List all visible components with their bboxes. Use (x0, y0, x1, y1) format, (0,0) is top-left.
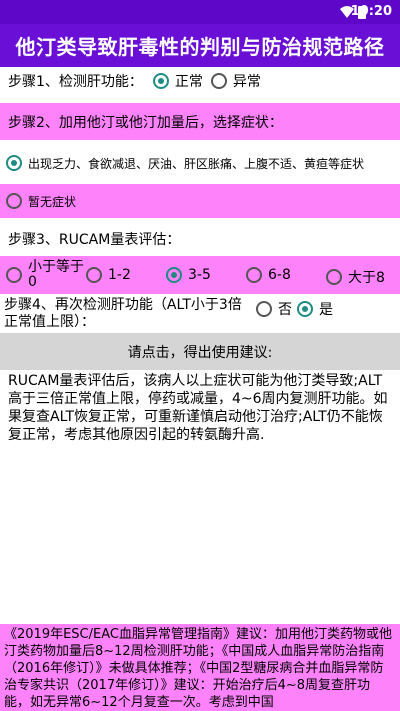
step1-row: 步骤1、检测肝功能： 正常 异常 (0, 67, 400, 95)
step4-option-yes[interactable]: 是 (297, 299, 333, 319)
get-advice-button[interactable]: 请点击，得出使用建议: (0, 333, 400, 370)
step3-option-3-5[interactable]: 3-5 (166, 267, 211, 283)
step4-label: 步骤4、再次检测肝功能（ALT小于3倍 正常值上限）： (4, 297, 242, 331)
step1-label: 步骤1、检测肝功能： (8, 74, 143, 90)
radio-checked-icon[interactable] (6, 155, 22, 171)
step2-label: 步骤2、加用他汀或他汀加量后，选择症状： (8, 114, 283, 131)
option-label: 3-5 (188, 267, 211, 283)
radio-checked-icon[interactable] (297, 301, 313, 317)
radio-unchecked-icon[interactable] (6, 193, 22, 209)
radio-unchecked-icon[interactable] (246, 267, 262, 283)
option-label: 出现乏力、食欲减退、厌油、肝区胀痛、上腹不适、黄疸等症状 (28, 156, 365, 171)
option-label: 否 (278, 302, 292, 318)
step4-option-no[interactable]: 否 (256, 299, 292, 319)
step4-row: 步骤4、再次检测肝功能（ALT小于3倍 正常值上限）： 否 是 (0, 296, 400, 332)
option-label: 正常 (174, 74, 203, 90)
step3-label: 步骤3、RUCAM量表评估： (8, 232, 181, 248)
radio-unchecked-icon[interactable] (326, 269, 342, 285)
option-label: 暂无症状 (28, 194, 77, 209)
radio-unchecked-icon[interactable] (256, 301, 272, 317)
step3-options: 小于等于0 1-2 3-5 6-8 大于8 (0, 256, 400, 294)
app-bar: 他汀类导致肝毒性的判别与防治规范路径 (0, 24, 400, 67)
step4-label-line1: 步骤4、再次检测肝功能（ALT小于3倍 (4, 297, 242, 313)
option-label: 小于等于0 (28, 259, 84, 290)
get-advice-button-label: 请点击，得出使用建议: (127, 344, 273, 361)
radio-unchecked-icon[interactable] (210, 73, 227, 89)
option-label: 大于8 (348, 270, 385, 286)
radio-checked-icon[interactable] (166, 267, 182, 283)
step1-option-normal[interactable]: 正常 (152, 71, 203, 91)
status-bar: 10:20 (0, 0, 400, 24)
page-title: 他汀类导致肝毒性的判别与防治规范路径 (15, 35, 385, 59)
guideline-footer: 《2019年ESC/EAC血脂异常管理指南》建议：加用他汀类药物或他汀类药物加量… (0, 624, 400, 711)
status-time: 10:20 (350, 4, 392, 19)
radio-unchecked-icon[interactable] (6, 267, 22, 283)
option-label: 6-8 (268, 267, 291, 283)
step2-option-none[interactable]: 暂无症状 (0, 184, 400, 218)
step3-header: 步骤3、RUCAM量表评估： (0, 224, 400, 254)
option-label: 异常 (232, 74, 261, 90)
option-label: 1-2 (108, 267, 131, 283)
step3-option-1-2[interactable]: 1-2 (86, 267, 131, 283)
step2-option-symptoms[interactable]: 出现乏力、食欲减退、厌油、肝区胀痛、上腹不适、黄疸等症状 (0, 146, 400, 180)
step3-option-6-8[interactable]: 6-8 (246, 267, 291, 283)
radio-checked-icon[interactable] (152, 73, 169, 89)
option-label: 是 (319, 302, 333, 318)
step4-label-line2: 正常值上限）： (4, 314, 95, 330)
step3-option-gt8[interactable]: 大于8 (326, 267, 385, 287)
radio-unchecked-icon[interactable] (86, 267, 102, 283)
result-text: RUCAM量表评估后，该病人以上症状可能为他汀类导致;ALT高于三倍正常值上限，… (8, 373, 388, 443)
step2-header: 步骤2、加用他汀或他汀加量后，选择症状： (0, 103, 400, 140)
step1-option-abnormal[interactable]: 异常 (210, 71, 261, 91)
step3-option-le0[interactable]: 小于等于0 (6, 260, 84, 290)
